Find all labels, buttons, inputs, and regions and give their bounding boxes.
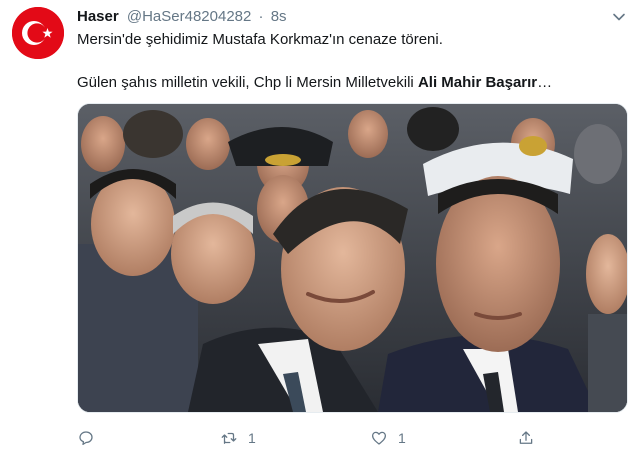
avatar[interactable] [12,7,64,59]
retweet-icon [221,432,237,444]
tweet-text-bold-name: Ali Mahir Başarır [417,74,538,91]
reply-button[interactable] [77,425,105,451]
timestamp[interactable]: 8s [271,8,287,25]
retweet-button[interactable]: 1 [220,425,256,451]
share-icon [519,431,533,444]
tweet-text-prefix: Gülen şahıs milletin vekili, Chp li Mers… [77,74,418,91]
share-button[interactable] [517,425,535,451]
tweet-text-line-2: Gülen şahıs milletin vekili, Chp li Mers… [77,73,552,92]
funeral-crowd-photo [78,104,627,412]
retweet-count: 1 [248,430,256,446]
tweet-header: Haser @HaSer48204282 · 8s [77,8,287,26]
display-name[interactable]: Haser [77,8,119,25]
chevron-down-icon[interactable] [612,10,626,24]
turkish-flag-avatar [12,7,64,59]
tweet-text-line-1: Mersin'de şehidimiz Mustafa Korkmaz'ın c… [77,31,443,48]
like-button[interactable]: 1 [370,425,406,451]
like-count: 1 [398,430,406,446]
tweet-text-ellipsis: … [537,74,553,91]
reply-icon [79,431,93,446]
user-handle[interactable]: @HaSer48204282 [127,8,251,25]
separator-dot: · [258,8,264,25]
tweet-photo[interactable] [77,103,628,413]
tweet-actions: 1 1 [77,425,537,451]
heart-icon [371,431,387,445]
